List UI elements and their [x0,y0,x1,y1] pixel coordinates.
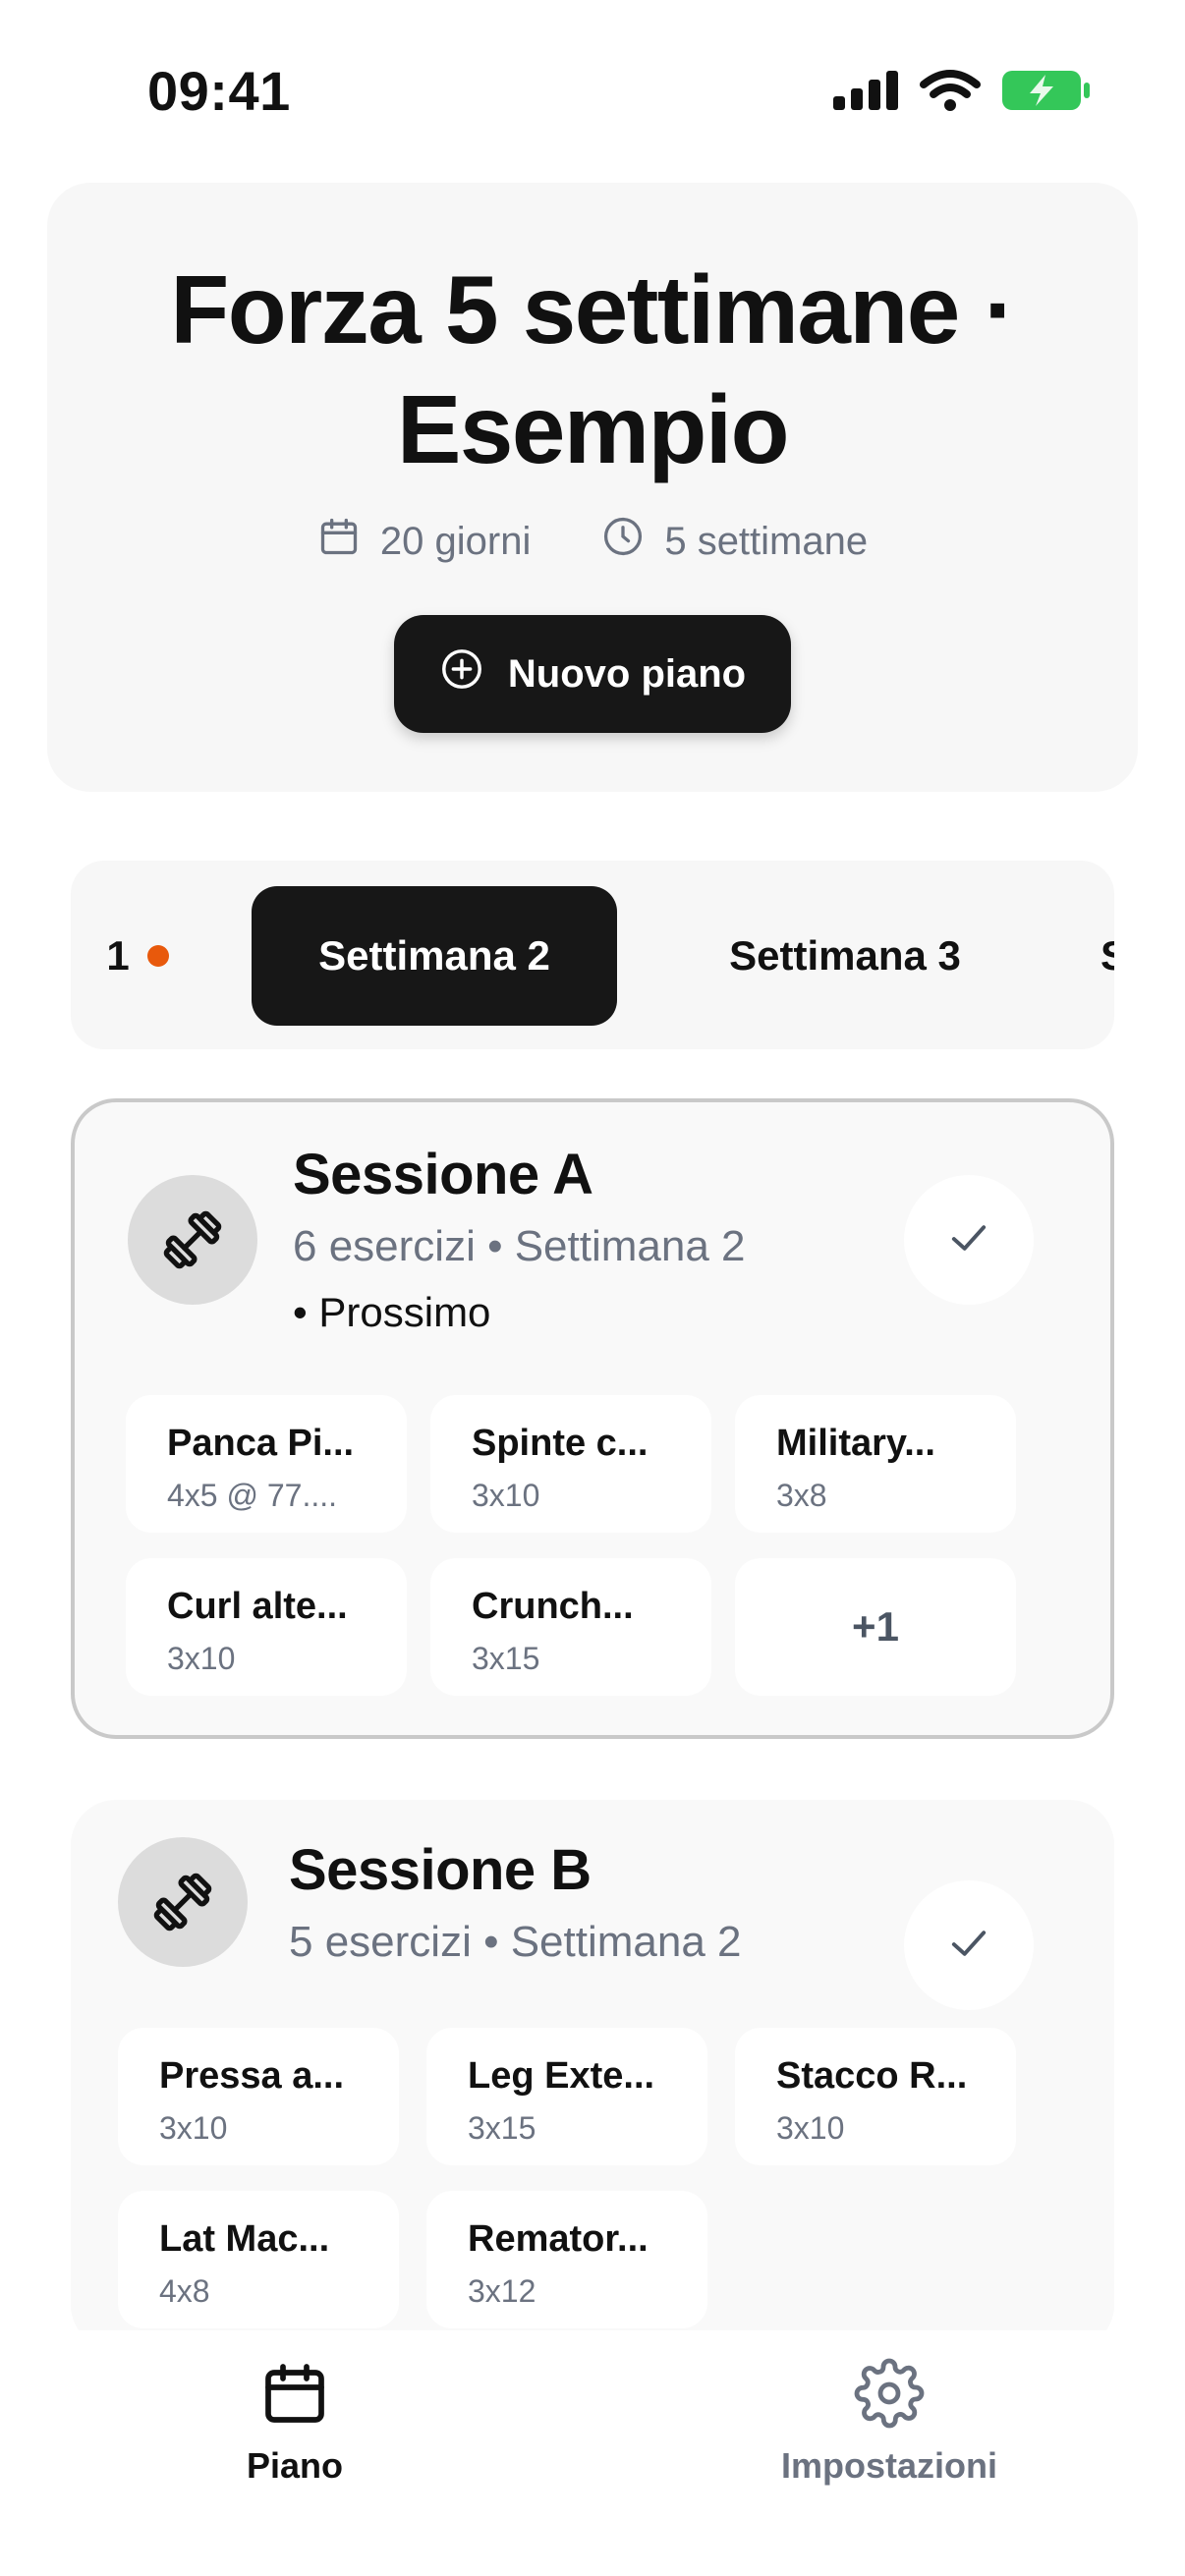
exercise-name: Pressa a... [159,2055,345,2097]
calendar-icon [317,515,361,568]
exercise-name: Crunch... [472,1586,634,1627]
session-card-b[interactable]: Sessione B 5 esercizi • Settimana 2 Pres… [71,1800,1114,2350]
status-bar: 09:41 [0,0,1185,187]
exercise-tile[interactable]: Panca Pi... 4x5 @ 77.... [126,1395,407,1533]
dumbbell-icon [128,1175,257,1305]
new-plan-button[interactable]: Nuovo piano [394,615,791,733]
exercise-tile[interactable]: Lat Mac... 4x8 [118,2191,399,2328]
plan-title: Forza 5 settimane · Esempio [47,250,1138,489]
plan-days: 20 giorni [317,515,531,568]
exercise-name: Military... [776,1423,935,1464]
exercise-name: Leg Exte... [468,2055,655,2097]
exercise-name: Lat Mac... [159,2218,330,2260]
session-a-complete-button[interactable] [904,1175,1034,1305]
session-card-a[interactable]: Sessione A 6 esercizi • Settimana 2 • Pr… [71,1098,1114,1739]
exercise-detail: 3x12 [468,2273,536,2309]
week-selector[interactable]: 1 Settimana 2 Settimana 3 S [71,861,1114,1049]
more-exercises-count: +1 [852,1603,899,1650]
plan-weeks: 5 settimane [601,515,868,568]
exercise-tile[interactable]: Crunch... 3x15 [430,1558,711,1696]
tab-week-3-label: Settimana 3 [729,932,961,979]
plan-title-line1: Forza 5 settimane · [170,255,1016,364]
exercise-detail: 3x15 [472,1641,540,1676]
exercise-tile[interactable]: Spinte c... 3x10 [430,1395,711,1533]
status-time: 09:41 [147,60,291,122]
exercise-tile[interactable]: Stacco R... 3x10 [735,2028,1016,2165]
tab-week-1-label: 1 [106,932,130,979]
nav-item-piano[interactable]: Piano [197,2358,393,2487]
plan-meta: 20 giorni 5 settimane [47,515,1138,568]
plan-days-label: 20 giorni [379,519,532,563]
exercise-name: Stacco R... [776,2055,968,2097]
plan-header-card: Forza 5 settimane · Esempio 20 giorni 5 … [47,183,1138,792]
signal-icon [833,71,898,115]
exercise-detail: 3x8 [776,1478,827,1513]
nav-label-impostazioni: Impostazioni [780,2445,997,2486]
exercise-tile[interactable]: Remator... 3x12 [426,2191,707,2328]
exercise-name: Spinte c... [472,1423,649,1464]
status-icons [833,69,1091,117]
exercise-detail: 4x5 @ 77.... [167,1478,338,1513]
plan-title-line2: Esempio [397,375,789,483]
session-a-subtitle: 6 esercizi • Settimana 2 [293,1222,746,1270]
check-icon [943,1212,994,1268]
exercise-tile[interactable]: Pressa a... 3x10 [118,2028,399,2165]
check-icon [943,1918,994,1974]
wifi-icon [920,69,981,117]
tab-week-3[interactable]: Settimana 3 [660,886,1030,1026]
exercise-detail: 3x10 [167,1641,236,1676]
exercise-detail: 4x8 [159,2273,210,2309]
exercise-tile[interactable]: Military... 3x8 [735,1395,1016,1533]
tab-week-2[interactable]: Settimana 2 [252,886,617,1026]
plan-weeks-label: 5 settimane [664,519,869,563]
exercise-detail: 3x15 [468,2110,536,2146]
session-b-subtitle: 5 esercizi • Settimana 2 [289,1918,742,1966]
clock-icon [601,515,645,568]
tab-week-4[interactable]: S [1100,886,1114,1026]
calendar-icon [259,2358,330,2434]
gear-icon [854,2358,925,2434]
nav-label-piano: Piano [246,2445,343,2486]
exercise-name: Panca Pi... [167,1423,355,1464]
session-a-title: Sessione A [293,1143,593,1206]
exercise-name: Curl alte... [167,1586,348,1627]
exercise-tile[interactable]: Leg Exte... 3x15 [426,2028,707,2165]
current-week-dot [146,945,169,967]
exercise-detail: 3x10 [159,2110,228,2146]
bottom-nav: Piano Impostazioni [0,2330,1185,2576]
session-b-title: Sessione B [289,1838,592,1902]
exercise-detail: 3x10 [472,1478,540,1513]
tab-week-2-label: Settimana 2 [318,932,550,979]
more-exercises-button[interactable]: +1 [735,1558,1016,1696]
tab-week-1[interactable]: 1 [79,886,197,1026]
nav-item-impostazioni[interactable]: Impostazioni [747,2358,1032,2487]
session-a-next-badge: • Prossimo [293,1289,491,1335]
dumbbell-icon [118,1837,248,1967]
exercise-name: Remator... [468,2218,649,2260]
session-b-complete-button[interactable] [904,1880,1034,2010]
exercise-detail: 3x10 [776,2110,845,2146]
new-plan-label: Nuovo piano [507,651,747,696]
plus-circle-icon [439,646,484,701]
tab-week-4-label: S [1100,932,1114,980]
battery-charging-icon [1002,69,1091,117]
exercise-tile[interactable]: Curl alte... 3x10 [126,1558,407,1696]
